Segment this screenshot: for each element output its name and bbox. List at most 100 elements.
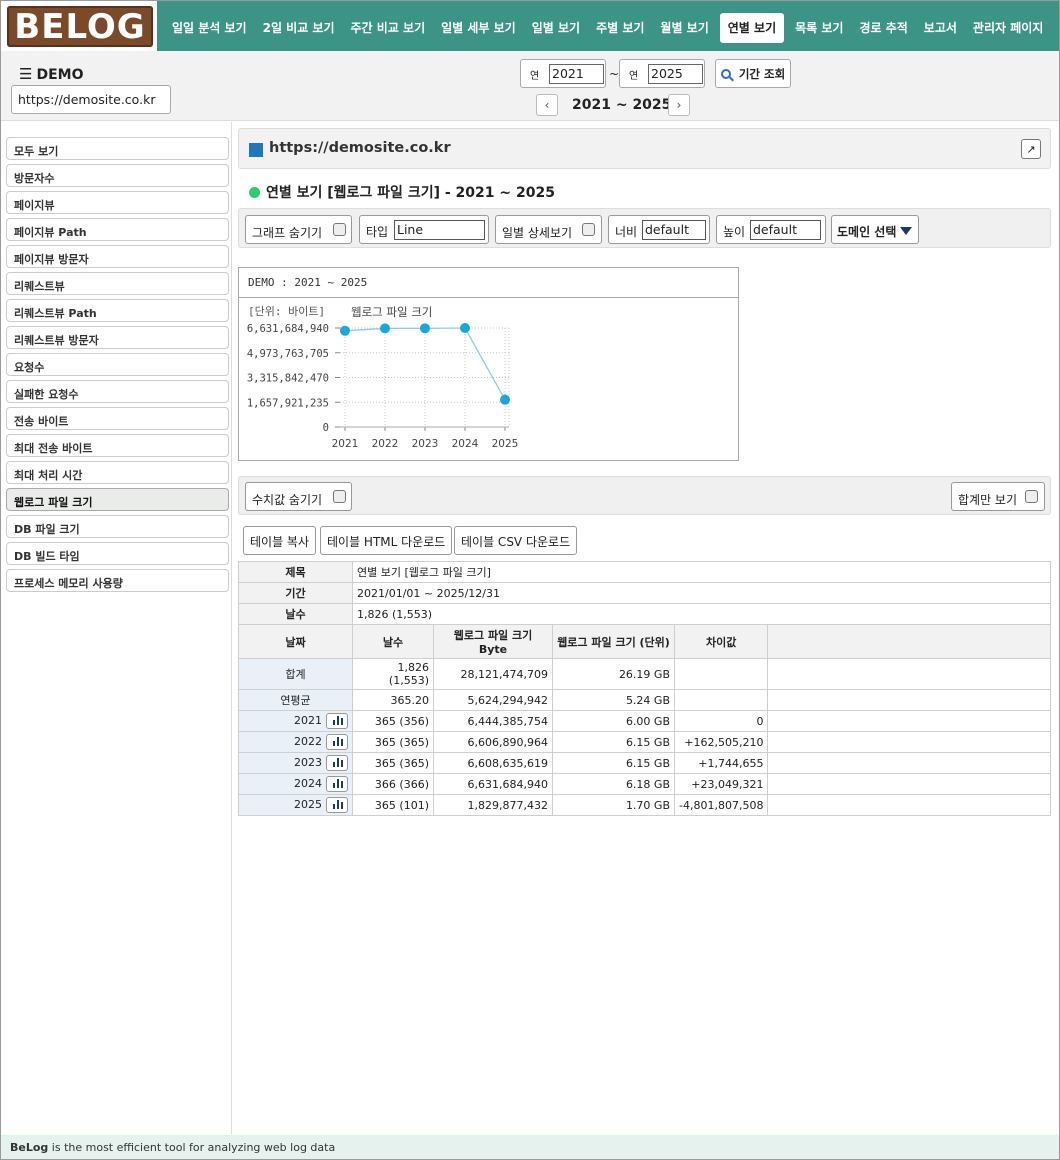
- y-tick-label: 0: [323, 422, 329, 434]
- range-label: 2021 ~ 2025: [572, 97, 672, 113]
- type-label: 타입: [366, 225, 389, 239]
- days-cell-text: 365 (101): [374, 798, 429, 812]
- unit-cell-text: 6.18 GB: [625, 777, 670, 791]
- sidebar-item-8[interactable]: 요청수: [6, 353, 229, 376]
- bytes-cell: 6,631,684,940: [433, 773, 553, 795]
- sidebar-item-7[interactable]: 리퀘스트뷰 방문자: [6, 326, 229, 349]
- nav-item-0[interactable]: 일일 분석 보기: [164, 13, 255, 43]
- nav-item-8[interactable]: 목록 보기: [787, 13, 851, 43]
- hamburger-icon[interactable]: ☰: [19, 65, 32, 83]
- bar-chart-icon[interactable]: [326, 713, 348, 729]
- width-field[interactable]: 너비 default: [608, 215, 710, 244]
- site-select[interactable]: https://demosite.co.kr: [11, 85, 171, 114]
- sidebar-item-4[interactable]: 페이지뷰 방문자: [6, 245, 229, 268]
- top-nav-bar: BELOG 일일 분석 보기 2일 비교 보기 주간 비교 보기 일별 세부 보기 일별…: [1, 1, 1059, 51]
- download-html-button[interactable]: 테이블 HTML 다운로드: [320, 526, 453, 555]
- sidebar-item-16[interactable]: 프로세스 메모리 사용량: [6, 569, 229, 592]
- nav-item-2[interactable]: 주간 비교 보기: [343, 13, 434, 43]
- daily-detail-checkbox[interactable]: [582, 223, 595, 236]
- sidebar-item-11[interactable]: 최대 전송 바이트: [6, 434, 229, 457]
- demo-label: DEMO: [36, 67, 84, 83]
- hide-graph-checkbox[interactable]: [333, 223, 346, 236]
- meta-value: 1,826 (1,553): [352, 603, 1051, 625]
- height-field[interactable]: 높이 default: [716, 215, 826, 244]
- sidebar-item-9[interactable]: 실패한 요청수: [6, 380, 229, 403]
- sidebar-item-0[interactable]: 모두 보기: [6, 137, 229, 160]
- sidebar-item-2[interactable]: 페이지뷰: [6, 191, 229, 214]
- daily-detail-toggle[interactable]: 일별 상세보기: [495, 215, 602, 244]
- column-header: 웹로그 파일 크기 Byte: [433, 624, 553, 659]
- nav-item-4[interactable]: 일별 보기: [524, 13, 588, 43]
- table-row: 2021 365 (356) 6,444,385,754 6.00 GB 0: [238, 710, 1051, 732]
- sidebar-item-12[interactable]: 최대 처리 시간: [6, 461, 229, 484]
- y-tick-label: 4,973,763,705: [247, 348, 329, 360]
- chart-panel: DEMO : 2021 ~ 2025 [단위: 바이트] 웹로그 파일 크기 6,6…: [238, 267, 739, 461]
- days-cell: 365 (101): [352, 794, 434, 816]
- x-tick-label: 2025: [492, 438, 519, 450]
- nav-item-10[interactable]: 보고서: [916, 13, 965, 43]
- diff-cell: [673, 658, 769, 690]
- external-link-icon[interactable]: ↗: [1021, 139, 1041, 159]
- row-label-text: 2021: [294, 714, 322, 727]
- sidebar-item-1[interactable]: 방문자수: [6, 164, 229, 187]
- bytes-cell-text: 6,444,385,754: [467, 714, 548, 728]
- logo-container[interactable]: BELOG: [1, 1, 157, 51]
- unit-cell-text: 6.00 GB: [625, 714, 670, 728]
- nav-item-1[interactable]: 2일 비교 보기: [255, 13, 343, 43]
- nav-item-3[interactable]: 일별 세부 보기: [433, 13, 524, 43]
- bytes-cell: 6,444,385,754: [433, 710, 553, 732]
- to-year-field[interactable]: 연 2025: [619, 59, 705, 88]
- chevron-left-icon[interactable]: ‹: [536, 94, 558, 116]
- hide-values-toggle[interactable]: 수치값 숨기기: [245, 482, 352, 511]
- nav-item-9[interactable]: 경로 추적: [851, 13, 915, 43]
- y-tick-label: 3,315,842,470: [247, 373, 329, 385]
- from-year-input[interactable]: 2021: [549, 64, 604, 84]
- data-point-2023: [420, 323, 430, 334]
- row-label: 합계: [238, 658, 353, 690]
- sidebar-item-15[interactable]: DB 빌드 타임: [6, 542, 229, 565]
- type-field[interactable]: 타입 Line: [359, 215, 489, 244]
- period-query-button[interactable]: 기간 조회: [715, 59, 791, 88]
- download-csv-button[interactable]: 테이블 CSV 다운로드: [454, 526, 578, 555]
- nav-item-6[interactable]: 월별 보기: [652, 13, 716, 43]
- y-tick-label: 1,657,921,235: [247, 397, 329, 409]
- empty-cell: [767, 752, 1051, 774]
- sidebar-item-5[interactable]: 리퀘스트뷰: [6, 272, 229, 295]
- column-header: 웹로그 파일 크기 (단위): [552, 624, 675, 659]
- to-year-input[interactable]: 2025: [648, 64, 703, 84]
- sidebar-item-10[interactable]: 전송 바이트: [6, 407, 229, 430]
- height-input[interactable]: default: [750, 220, 821, 240]
- copy-table-button[interactable]: 테이블 복사: [243, 526, 317, 555]
- bar-chart-icon[interactable]: [326, 734, 348, 750]
- from-year-field[interactable]: 연 2021: [520, 59, 606, 88]
- sum-only-checkbox[interactable]: [1025, 490, 1038, 503]
- sidebar-item-6[interactable]: 리퀘스트뷰 Path: [6, 299, 229, 322]
- nav-item-5[interactable]: 주별 보기: [588, 13, 652, 43]
- sidebar-item-13[interactable]: 웹로그 파일 크기: [6, 488, 229, 511]
- sidebar-item-3[interactable]: 페이지뷰 Path: [6, 218, 229, 241]
- bar-chart-icon[interactable]: [326, 797, 348, 813]
- demo-menu[interactable]: ☰ DEMO: [19, 65, 83, 83]
- hide-graph-label: 그래프 숨기기: [252, 226, 323, 240]
- footer: BeLog is the most efficient tool for ana…: [1, 1135, 1059, 1159]
- type-input[interactable]: Line: [394, 220, 485, 240]
- width-input[interactable]: default: [642, 220, 706, 240]
- hide-graph-toggle[interactable]: 그래프 숨기기: [245, 215, 352, 244]
- sidebar-item-14[interactable]: DB 파일 크기: [6, 515, 229, 538]
- caret-down-icon: [900, 227, 913, 235]
- chevron-right-icon[interactable]: ›: [668, 94, 690, 116]
- unit-cell-text: 26.19 GB: [618, 667, 670, 681]
- nav-item-11[interactable]: 관리자 페이지: [965, 13, 1051, 43]
- bar-chart-icon[interactable]: [326, 755, 348, 771]
- domain-select-button[interactable]: 도메인 선택: [831, 215, 919, 244]
- bar-chart-icon[interactable]: [326, 776, 348, 792]
- empty-cell: [767, 658, 1051, 690]
- nav-item-7[interactable]: 연별 보기: [719, 13, 785, 43]
- column-header: 차이값: [673, 624, 769, 659]
- empty-cell: [767, 794, 1051, 816]
- belog-logo[interactable]: BELOG: [7, 6, 153, 47]
- sum-only-toggle[interactable]: 합계만 보기: [951, 482, 1045, 511]
- site-url-text: https://demosite.co.kr: [269, 140, 451, 156]
- unit-cell-text: 6.15 GB: [625, 735, 670, 749]
- hide-values-checkbox[interactable]: [333, 490, 346, 503]
